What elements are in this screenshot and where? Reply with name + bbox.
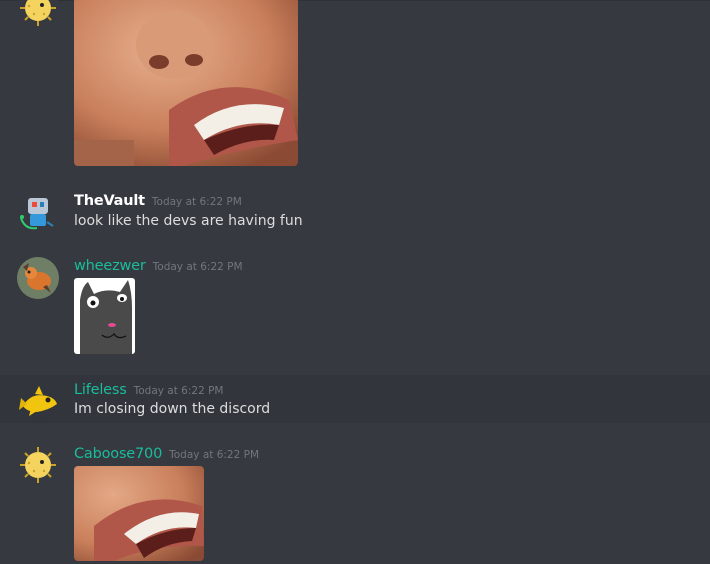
timestamp: Today at 6:22 PM	[151, 196, 242, 208]
face-closeup-image[interactable]	[74, 0, 298, 166]
message-text: look like the devs are having fun	[74, 213, 303, 229]
pufferfish-icon[interactable]	[17, 443, 59, 485]
username[interactable]: Caboose700	[74, 446, 162, 462]
message-caboose700: Caboose700 Today at 6:22 PM	[0, 433, 710, 564]
message-header: wheezwer Today at 6:22 PM	[74, 255, 243, 274]
orange-creature-icon[interactable]	[17, 257, 59, 299]
message-header: Caboose700 Today at 6:22 PM	[74, 443, 259, 462]
message-lifeless: Lifeless Today at 6:22 PM Im closing down…	[0, 375, 710, 423]
timestamp: Today at 6:22 PM	[169, 449, 260, 461]
face-closeup-image[interactable]	[74, 466, 204, 561]
message-header: TheVault Today at 6:22 PM	[74, 190, 242, 209]
username[interactable]: TheVault	[74, 193, 145, 209]
yellow-fish-icon[interactable]	[17, 380, 59, 422]
robot-icon[interactable]	[17, 192, 59, 234]
message-0	[0, 0, 710, 170]
cat-drawing-image[interactable]	[74, 278, 135, 354]
message-text: Im closing down the discord	[74, 401, 271, 417]
pufferfish-icon[interactable]	[17, 0, 59, 28]
message-wheezwer: wheezwer Today at 6:22 PM	[0, 245, 710, 365]
username[interactable]: Lifeless	[74, 382, 127, 398]
timestamp: Today at 6:22 PM	[152, 261, 243, 273]
timestamp: Today at 6:22 PM	[133, 385, 224, 397]
message-header: Lifeless Today at 6:22 PM	[74, 379, 224, 398]
username[interactable]: wheezwer	[74, 258, 146, 274]
message-thevault: TheVault Today at 6:22 PM look like the d…	[0, 180, 710, 240]
